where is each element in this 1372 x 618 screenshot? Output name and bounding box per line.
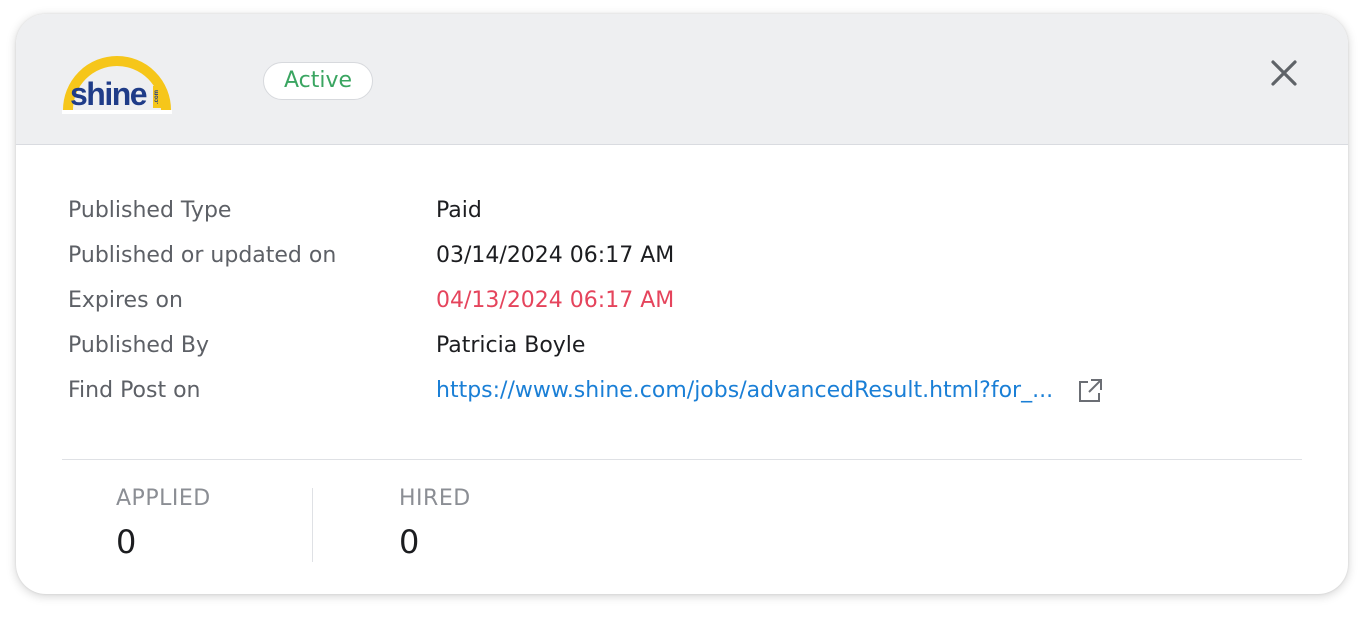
card-header: shine .com Active [16,14,1348,145]
hired-label: HIRED [399,486,471,511]
applied-stat: APPLIED 0 [116,484,211,562]
detail-label: Published By [68,333,210,358]
detail-row-published-on: Published or updated on 03/14/2024 06:17… [68,241,1268,271]
status-badge: Active [263,62,374,100]
published-type-value: Paid [436,198,482,223]
post-link[interactable]: https://www.shine.com/jobs/advancedResul… [436,376,1053,406]
shine-logo-text: shine [70,76,148,112]
detail-label: Published or updated on [68,243,337,268]
detail-row-find-post: Find Post on https://www.shine.com/jobs/… [68,376,1268,406]
detail-row-published-type: Published Type Paid [68,196,1268,226]
detail-row-expires-on: Expires on 04/13/2024 06:17 AM [68,286,1268,316]
detail-label: Find Post on [68,378,201,403]
hired-stat: HIRED 0 [399,484,471,562]
detail-label: Published Type [68,198,232,223]
close-icon [1271,60,1297,86]
applied-label: APPLIED [116,486,211,511]
published-by-value: Patricia Boyle [436,333,586,358]
detail-label: Expires on [68,288,183,313]
section-divider [62,459,1302,460]
job-board-card: shine .com Active Published Type Paid Pu… [16,14,1348,594]
applied-count: 0 [116,523,137,561]
close-button[interactable] [1262,51,1306,95]
expires-on-value: 04/13/2024 06:17 AM [436,288,675,313]
hired-count: 0 [399,523,420,561]
published-on-value: 03/14/2024 06:17 AM [436,243,675,268]
stat-divider [312,488,313,562]
external-link-icon[interactable] [1076,377,1104,405]
shine-logo: shine .com [62,44,172,114]
detail-row-published-by: Published By Patricia Boyle [68,331,1268,361]
shine-logo-suffix: .com [153,86,161,108]
